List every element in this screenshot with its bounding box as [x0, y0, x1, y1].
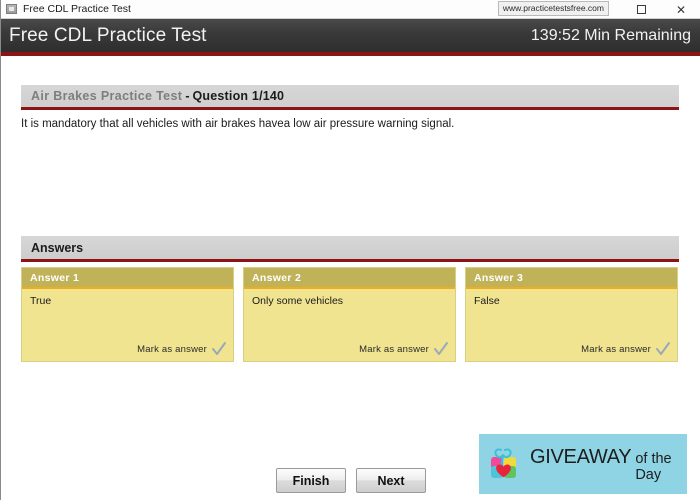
app-header-bar: Free CDL Practice Test 139:52 Min Remain… — [1, 19, 700, 52]
answer-card-header-3: Answer 3 — [466, 268, 677, 289]
mark-as-answer-label-2: Mark as answer — [359, 343, 429, 355]
answer-card-title-1: Answer 1 — [30, 271, 80, 284]
answer-option-text-3: False — [474, 295, 500, 307]
answer-card-header-2: Answer 2 — [244, 268, 455, 289]
giveaway-text: GIVEAWAY of the Day — [530, 446, 687, 483]
url-badge: www.practicetestsfree.com — [497, 1, 609, 16]
giveaway-sub-text: of the Day — [635, 450, 672, 483]
answers-label: Answers — [31, 240, 84, 255]
answer-card-header-1: Answer 1 — [22, 268, 233, 289]
maximize-icon — [636, 5, 646, 14]
close-icon: ✕ — [675, 2, 687, 17]
answer-card-body-1: True Mark as answer — [22, 289, 233, 361]
mark-as-answer-label-3: Mark as answer — [581, 343, 651, 355]
mark-as-answer-2[interactable]: Mark as answer — [359, 341, 449, 357]
mark-as-answer-3[interactable]: Mark as answer — [581, 341, 671, 357]
window-title-bar: Free CDL Practice Test www.practicetests… — [1, 0, 700, 19]
question-separator: - — [185, 89, 190, 103]
mark-as-answer-1[interactable]: Mark as answer — [137, 341, 227, 357]
answer-option-text-1: True — [30, 295, 52, 307]
timer-remaining: 139:52 Min Remaining — [530, 26, 691, 44]
answer-card-body-3: False Mark as answer — [466, 289, 677, 361]
gift-heart-icon — [491, 448, 516, 478]
checkmark-icon — [212, 342, 226, 355]
window-controls: ✕ — [621, 0, 700, 19]
question-number: Question 1/140 — [192, 89, 285, 103]
question-header: Air Brakes Practice Test - Question 1/14… — [21, 85, 679, 110]
answers-section-header: Answers — [21, 236, 679, 262]
question-subject: Air Brakes Practice Test — [31, 89, 183, 103]
window-title: Free CDL Practice Test — [23, 3, 131, 15]
app-window-icon — [6, 4, 17, 14]
answer-card-body-2: Only some vehicles Mark as answer — [244, 289, 455, 361]
checkmark-icon — [656, 342, 670, 355]
question-text: It is mandatory that all vehicles with a… — [21, 118, 455, 130]
answer-card-title-3: Answer 3 — [474, 271, 524, 284]
maximize-button[interactable] — [621, 0, 661, 19]
mark-as-answer-label-1: Mark as answer — [137, 343, 207, 355]
answers-list: Answer 1 True Mark as answer Answer 2 On… — [21, 267, 679, 362]
app-title: Free CDL Practice Test — [9, 24, 207, 46]
next-button[interactable]: Next — [356, 468, 426, 493]
finish-button[interactable]: Finish — [276, 468, 346, 493]
answer-card-title-2: Answer 2 — [252, 271, 302, 284]
giveaway-main-text: GIVEAWAY — [530, 445, 632, 468]
giveaway-banner[interactable]: GIVEAWAY of the Day — [479, 434, 687, 494]
answer-card-1[interactable]: Answer 1 True Mark as answer — [21, 267, 234, 362]
checkmark-icon — [434, 342, 448, 355]
application-window: Free CDL Practice Test www.practicetests… — [0, 0, 700, 500]
close-button[interactable]: ✕ — [661, 0, 700, 19]
answer-card-3[interactable]: Answer 3 False Mark as answer — [465, 267, 678, 362]
answer-option-text-2: Only some vehicles — [252, 295, 344, 307]
answer-card-2[interactable]: Answer 2 Only some vehicles Mark as answ… — [243, 267, 456, 362]
